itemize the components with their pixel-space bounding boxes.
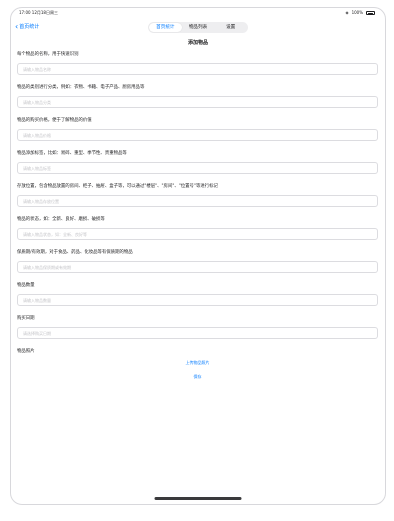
price-input[interactable]	[17, 129, 378, 141]
save-button[interactable]: 保存	[17, 373, 378, 381]
location-input[interactable]	[17, 195, 378, 207]
field-label: 物品数量	[17, 283, 35, 288]
field-purchase-date: 购买日期	[17, 315, 378, 339]
tab-home-stats[interactable]: 首页统计	[149, 23, 182, 32]
tab-settings[interactable]: 设置	[214, 23, 247, 32]
category-input[interactable]	[17, 96, 378, 108]
status-time-date: 17:00 12月18日周三	[19, 10, 58, 15]
condition-input[interactable]	[17, 228, 378, 240]
segmented-control: 首页统计 物品列表 设置	[148, 22, 248, 33]
home-indicator	[154, 497, 242, 500]
field-label: 购买日期	[17, 316, 35, 321]
field-label: 物品的购买价格，便于了解物品的价值	[17, 118, 92, 123]
field-label: 保质期/有效期，对于食品、药品、化妆品等有保质期的物品	[17, 250, 133, 255]
add-item-form: 每个物品的名称，用于快速识别 物品的类别进行分类，例如：衣物、书籍、电子产品、厨…	[17, 51, 378, 381]
tags-input[interactable]	[17, 162, 378, 174]
field-quantity: 物品数量	[17, 282, 378, 306]
field-label: 物品添加标签，比如：易碎、重型、季节性、贵重物品等	[17, 151, 127, 156]
quantity-input[interactable]	[17, 294, 378, 306]
back-button-label: 首页统计	[19, 24, 40, 30]
expiry-input[interactable]	[17, 261, 378, 273]
wifi-icon: ◈	[345, 10, 349, 15]
upload-photo-button[interactable]: 上传物品照片	[17, 359, 378, 367]
field-location: 存放位置，包含物品放置的房间、柜子、抽屉、盒子等，可以通过"楼层"、"房间"、"…	[17, 183, 378, 207]
name-input[interactable]	[17, 63, 378, 75]
purchase-date-input[interactable]	[17, 327, 378, 339]
field-label: 物品的类别进行分类，例如：衣物、书籍、电子产品、厨房用品等	[17, 85, 145, 90]
page-title: 添加物品	[187, 40, 208, 46]
field-name: 每个物品的名称，用于快速识别	[17, 51, 378, 75]
status-indicators: ◈ 100%	[345, 8, 375, 18]
device-frame: 17:00 12月18日周三 ◈ 100% ‹ 首页统计 首页统计 物品列表 设…	[10, 7, 386, 505]
field-label: 存放位置，包含物品放置的房间、柜子、抽屉、盒子等，可以通过"楼层"、"房间"、"…	[17, 184, 218, 189]
chevron-left-icon: ‹	[15, 21, 19, 31]
tab-item-list[interactable]: 物品列表	[182, 23, 215, 32]
status-bar: 17:00 12月18日周三 ◈ 100%	[11, 8, 385, 18]
field-label: 每个物品的名称，用于快速识别	[17, 52, 79, 57]
field-expiry: 保质期/有效期，对于食品、药品、化妆品等有保质期的物品	[17, 249, 378, 273]
field-category: 物品的类别进行分类，例如：衣物、书籍、电子产品、厨房用品等	[17, 84, 378, 108]
battery-icon	[366, 11, 375, 15]
battery-percent: 100%	[351, 10, 363, 15]
photo-label: 物品照片	[17, 349, 35, 354]
back-button[interactable]: ‹ 首页统计	[15, 22, 39, 32]
field-condition: 物品的状态，如：全新、良好、磨损、破损等	[17, 216, 378, 240]
field-label: 物品的状态，如：全新、良好、磨损、破损等	[17, 217, 105, 222]
field-tags: 物品添加标签，比如：易碎、重型、季节性、贵重物品等	[17, 150, 378, 174]
field-price: 物品的购买价格，便于了解物品的价值	[17, 117, 378, 141]
navigation-bar: ‹ 首页统计 首页统计 物品列表 设置	[11, 18, 385, 36]
